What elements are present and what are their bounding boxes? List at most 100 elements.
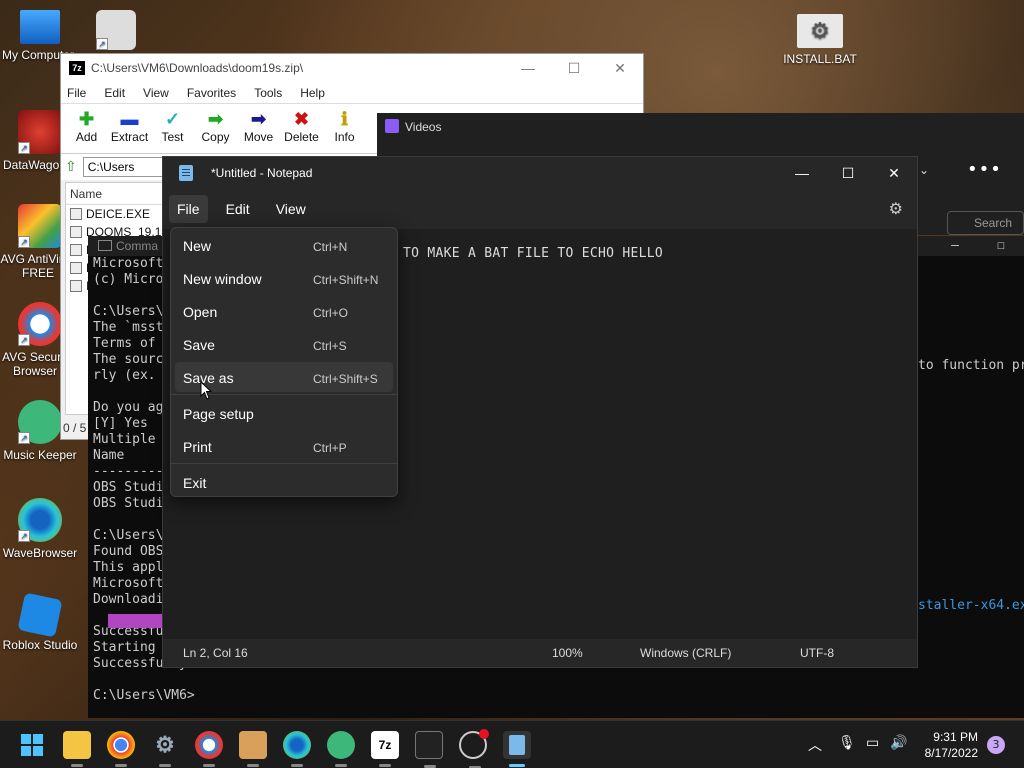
file-name: DEICE.EXE <box>86 207 151 221</box>
extract-button[interactable]: ▬ Extract <box>108 104 151 153</box>
obs-icon[interactable] <box>459 729 489 768</box>
zoom-level: 100% <box>552 646 583 660</box>
desktop-icon-wavebrowser[interactable]: ↗ WaveBrowser <box>0 498 80 560</box>
settings-icon[interactable]: ⚙ <box>151 731 179 767</box>
menu-item-label: New <box>183 238 212 254</box>
add-button[interactable]: ✚ Add <box>65 104 108 153</box>
wavebrowser-icon: ↗ <box>18 498 62 542</box>
7zip-titlebar[interactable]: 7z C:\Users\VM6\Downloads\doom19s.zip\ —… <box>61 54 643 82</box>
music-keeper-icon[interactable] <box>327 731 355 767</box>
encoding: UTF-8 <box>800 646 834 660</box>
clock-date: 8/17/2022 <box>924 746 978 760</box>
menu-item-shortcut: Ctrl+Shift+N <box>313 273 379 287</box>
network-icon[interactable]: ▭ <box>866 735 879 751</box>
shortcut-arrow-icon: ↗ <box>18 530 30 542</box>
notepad-titlebar[interactable]: *Untitled - Notepad — ☐ ✕ <box>163 157 917 189</box>
menu-item-label: Print <box>183 439 212 455</box>
menu-tools[interactable]: Tools <box>254 86 282 100</box>
7zip-icon[interactable]: 7z <box>371 731 399 767</box>
desktop-icon-roblox-studio[interactable]: Roblox Studio <box>0 592 80 652</box>
desktop-icon-label: WaveBrowser <box>2 546 78 560</box>
avg-browser-icon: ↗ <box>18 302 62 346</box>
clock-time: 9:31 PM <box>933 730 978 744</box>
maximize-button[interactable]: ☐ <box>825 165 871 182</box>
menu-item-shortcut: Ctrl+S <box>313 339 347 353</box>
chevron-up-icon[interactable]: ︿ <box>808 735 822 755</box>
menu-item-print[interactable]: Print Ctrl+P <box>175 431 393 461</box>
menu-item-new[interactable]: New Ctrl+N <box>175 230 393 260</box>
menu-item-exit[interactable]: Exit <box>175 467 393 497</box>
settings-gear-icon[interactable]: ⚙ <box>889 199 903 219</box>
avg-antivirus-icon: ↗ <box>18 204 62 248</box>
info-button[interactable]: ℹ Info <box>323 104 366 153</box>
close-button[interactable]: ✕ <box>597 60 643 77</box>
menu-item-new-window[interactable]: New window Ctrl+Shift+N <box>175 263 393 293</box>
file-icon <box>70 280 82 292</box>
minimize-button[interactable]: — <box>932 236 978 256</box>
roblox-studio-icon <box>17 592 63 638</box>
desktop-icon-label: Roblox Studio <box>2 638 78 652</box>
file-menu-dropdown: New Ctrl+N New window Ctrl+Shift+N Open Ctr… <box>170 227 398 497</box>
menu-item-label: New window <box>183 271 262 287</box>
menu-help[interactable]: Help <box>300 86 325 100</box>
videos-titlebar[interactable]: Videos <box>377 113 1024 141</box>
move-button[interactable]: ➡ Move <box>237 104 280 153</box>
extract-label: Extract <box>110 130 149 144</box>
console-title: Comma <box>116 239 159 253</box>
notepad-icon[interactable] <box>503 731 531 767</box>
menu-item-shortcut: Ctrl+N <box>313 240 348 254</box>
shortcut-arrow-icon: ↗ <box>18 334 30 346</box>
microphone-icon[interactable]: 🎙 <box>838 735 856 751</box>
maximize-button[interactable]: ☐ <box>978 236 1024 256</box>
minus-icon: ▬ <box>120 109 139 129</box>
notepad-icon <box>179 165 193 181</box>
menu-edit[interactable]: Edit <box>104 86 125 100</box>
menu-item-save[interactable]: Save Ctrl+S <box>175 329 393 359</box>
menu-view[interactable]: View <box>268 195 314 223</box>
copy-button[interactable]: ➡ Copy <box>194 104 237 153</box>
up-folder-icon[interactable]: ⇧ <box>65 159 77 175</box>
desktop-icon-install-bat[interactable]: ⚙ INSTALL.BAT <box>780 14 860 66</box>
check-icon: ✓ <box>164 109 181 129</box>
minimize-button[interactable]: — <box>779 165 825 182</box>
file-explorer-icon[interactable] <box>63 731 91 767</box>
menu-item-shortcut: Ctrl+P <box>313 441 347 455</box>
test-button[interactable]: ✓ Test <box>151 104 194 153</box>
system-clock[interactable]: 9:31 PM 8/17/2022 <box>918 729 978 761</box>
archive-icon[interactable] <box>239 731 267 767</box>
console-output-fragment: staller-x64.ex <box>918 598 1024 613</box>
chrome-icon[interactable] <box>107 731 135 767</box>
menu-file[interactable]: File <box>169 195 208 223</box>
recording-indicator-icon <box>479 729 489 739</box>
desktop-icon-roblox[interactable]: ↗ <box>76 10 156 54</box>
menu-file[interactable]: File <box>67 86 86 100</box>
terminal-icon[interactable] <box>415 731 443 768</box>
7zip-menubar: File Edit View Favorites Tools Help <box>61 82 643 104</box>
console-output-fragment: to function pr <box>918 358 1024 373</box>
videos-title: Videos <box>405 120 442 134</box>
wavebrowser-icon[interactable] <box>283 731 311 767</box>
notepad-title: *Untitled - Notepad <box>211 166 313 180</box>
file-icon <box>70 262 82 274</box>
volume-icon[interactable]: 🔊 <box>890 735 907 751</box>
maximize-button[interactable]: ☐ <box>551 60 597 77</box>
menu-favorites[interactable]: Favorites <box>187 86 236 100</box>
windows-start-icon[interactable] <box>18 731 46 759</box>
avg-browser-icon[interactable] <box>195 731 223 767</box>
menu-view[interactable]: View <box>143 86 169 100</box>
menu-item-label: Exit <box>183 475 207 491</box>
notepad-content: TO MAKE A BAT FILE TO ECHO HELLO <box>403 246 664 261</box>
videos-icon <box>385 119 399 133</box>
close-button[interactable]: ✕ <box>871 165 917 182</box>
videos-search-input[interactable]: Search <box>947 211 1024 235</box>
menu-edit[interactable]: Edit <box>218 195 258 223</box>
menu-separator <box>171 463 397 464</box>
minimize-button[interactable]: — <box>505 60 551 77</box>
menu-item-page-setup[interactable]: Page setup <box>175 398 393 428</box>
x-icon: ✖ <box>293 109 310 129</box>
menu-item-open[interactable]: Open Ctrl+O <box>175 296 393 326</box>
notification-badge[interactable]: 3 <box>987 736 1005 754</box>
menu-item-label: Save <box>183 337 215 353</box>
more-options-icon[interactable]: ••• <box>967 159 1002 180</box>
delete-button[interactable]: ✖ Delete <box>280 104 323 153</box>
